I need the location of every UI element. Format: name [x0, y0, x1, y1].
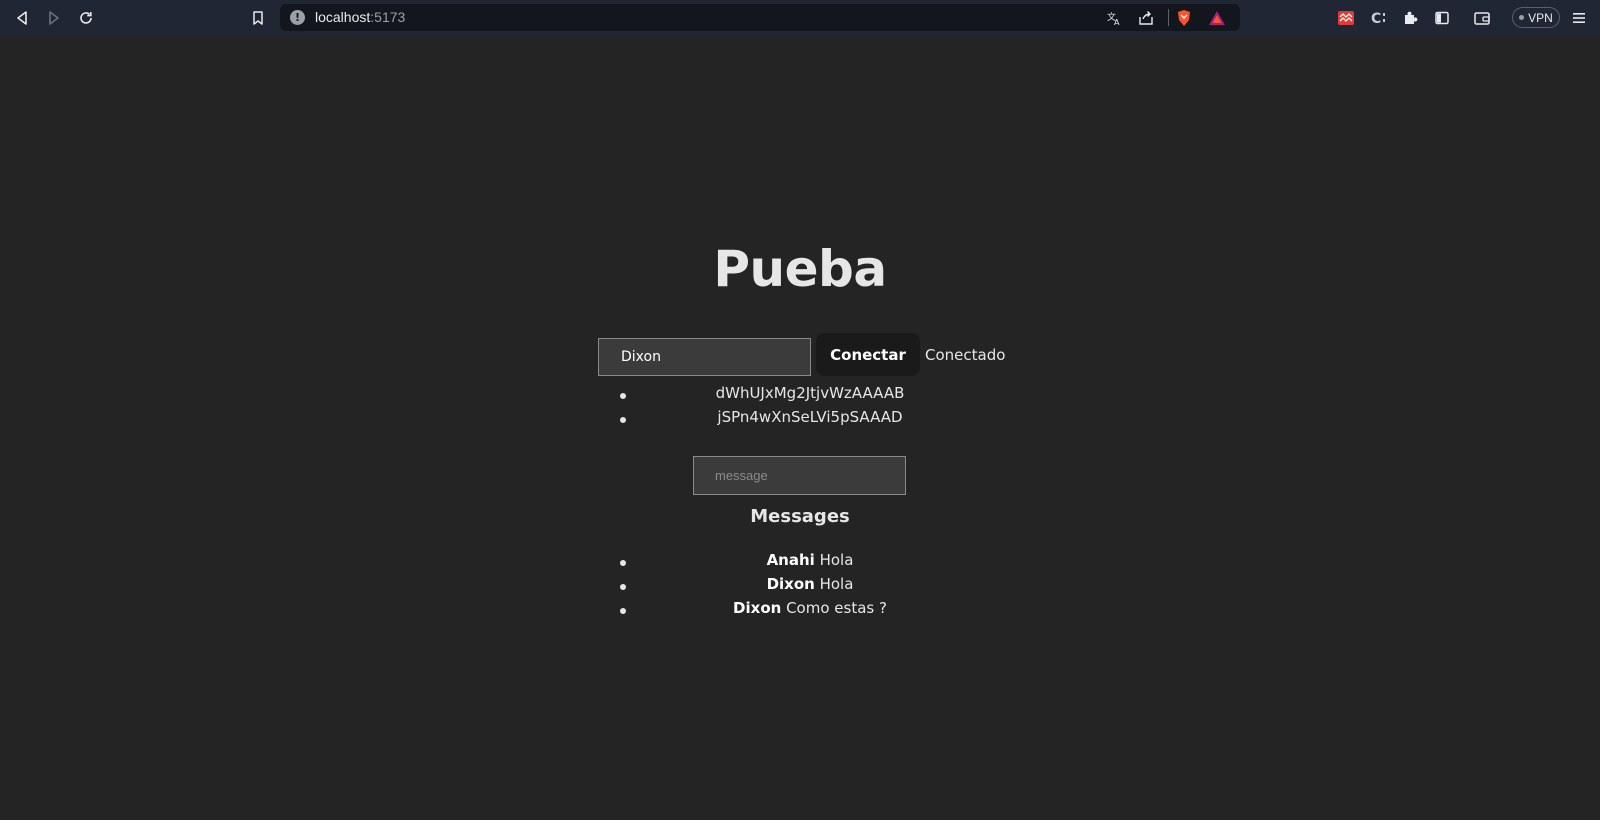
wallet-icon[interactable]	[1470, 6, 1494, 30]
bullet	[620, 560, 626, 566]
list-item: Dixon Hola	[0, 575, 1600, 599]
list-item: Dixon Como estas ?	[0, 599, 1600, 623]
extension-c-icon[interactable]: C	[1366, 6, 1390, 30]
back-icon[interactable]	[10, 6, 34, 30]
list-item: jSPn4wXnSeLVi5pSAAAD	[0, 408, 1600, 432]
bookmark-icon[interactable]	[246, 6, 270, 30]
message-author: Anahi	[766, 551, 815, 569]
site-info-icon[interactable]: !	[290, 10, 305, 25]
bullet	[620, 608, 626, 614]
username-input[interactable]	[598, 338, 811, 376]
extension-red-icon[interactable]	[1334, 6, 1358, 30]
user-id: jSPn4wXnSeLVi5pSAAAD	[717, 408, 903, 426]
share-icon[interactable]	[1134, 6, 1158, 30]
menu-icon[interactable]	[1567, 6, 1591, 30]
connection-status: Conectado	[925, 346, 1006, 364]
bullet	[620, 584, 626, 590]
svg-text:C: C	[1371, 11, 1381, 27]
messages-heading: Messages	[750, 506, 850, 527]
message-text: Hola	[814, 575, 854, 593]
sidebar-toggle-icon[interactable]	[1430, 6, 1454, 30]
address-bar[interactable]: ! localhost:5173 文A	[280, 4, 1240, 31]
message-input[interactable]	[693, 456, 906, 495]
message-entry: Dixon Hola	[767, 575, 854, 593]
messages-list: Anahi Hola Dixon Hola Dixon Como estas ?	[0, 551, 1600, 623]
message-author: Dixon	[766, 575, 815, 593]
browser-toolbar: ! localhost:5173 文A C VPN	[0, 0, 1600, 36]
list-item: Anahi Hola	[0, 551, 1600, 575]
vpn-status-dot	[1519, 15, 1525, 20]
svg-text:A: A	[1114, 18, 1120, 26]
connect-button[interactable]: Conectar	[816, 333, 920, 376]
extensions-puzzle-icon[interactable]	[1398, 6, 1422, 30]
forward-icon[interactable]	[42, 6, 66, 30]
vpn-label: VPN	[1528, 10, 1553, 25]
message-text: Hola	[814, 551, 854, 569]
message-author: Dixon	[733, 599, 782, 617]
translate-icon[interactable]: 文A	[1102, 6, 1126, 30]
list-item: dWhUJxMg2JtjvWzAAAAB	[0, 384, 1600, 408]
address-bar-divider	[1168, 9, 1169, 26]
bullet	[620, 393, 626, 399]
reload-icon[interactable]	[74, 6, 98, 30]
page-title: Pueba	[713, 240, 887, 298]
vpn-button[interactable]: VPN	[1512, 7, 1560, 28]
message-text: Como estas ?	[781, 599, 887, 617]
connected-users-list: dWhUJxMg2JtjvWzAAAAB jSPn4wXnSeLVi5pSAAA…	[0, 384, 1600, 432]
brave-rewards-icon[interactable]	[1205, 6, 1229, 30]
user-id: dWhUJxMg2JtjvWzAAAAB	[715, 384, 905, 402]
brave-shields-icon[interactable]	[1172, 6, 1196, 30]
page-content: Pueba Conectar Conectado dWhUJxMg2JtjvWz…	[0, 36, 1600, 820]
message-entry: Dixon Como estas ?	[733, 599, 887, 617]
url-text: localhost:5173	[315, 9, 406, 25]
message-entry: Anahi Hola	[767, 551, 854, 569]
bullet	[620, 417, 626, 423]
